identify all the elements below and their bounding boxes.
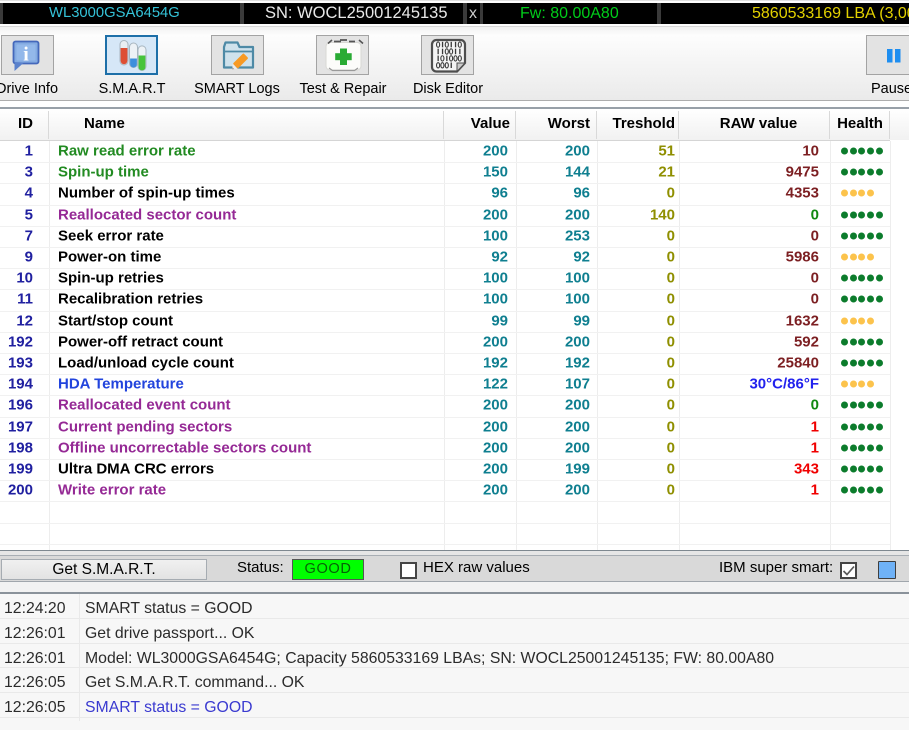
svg-text:i: i <box>23 44 29 66</box>
